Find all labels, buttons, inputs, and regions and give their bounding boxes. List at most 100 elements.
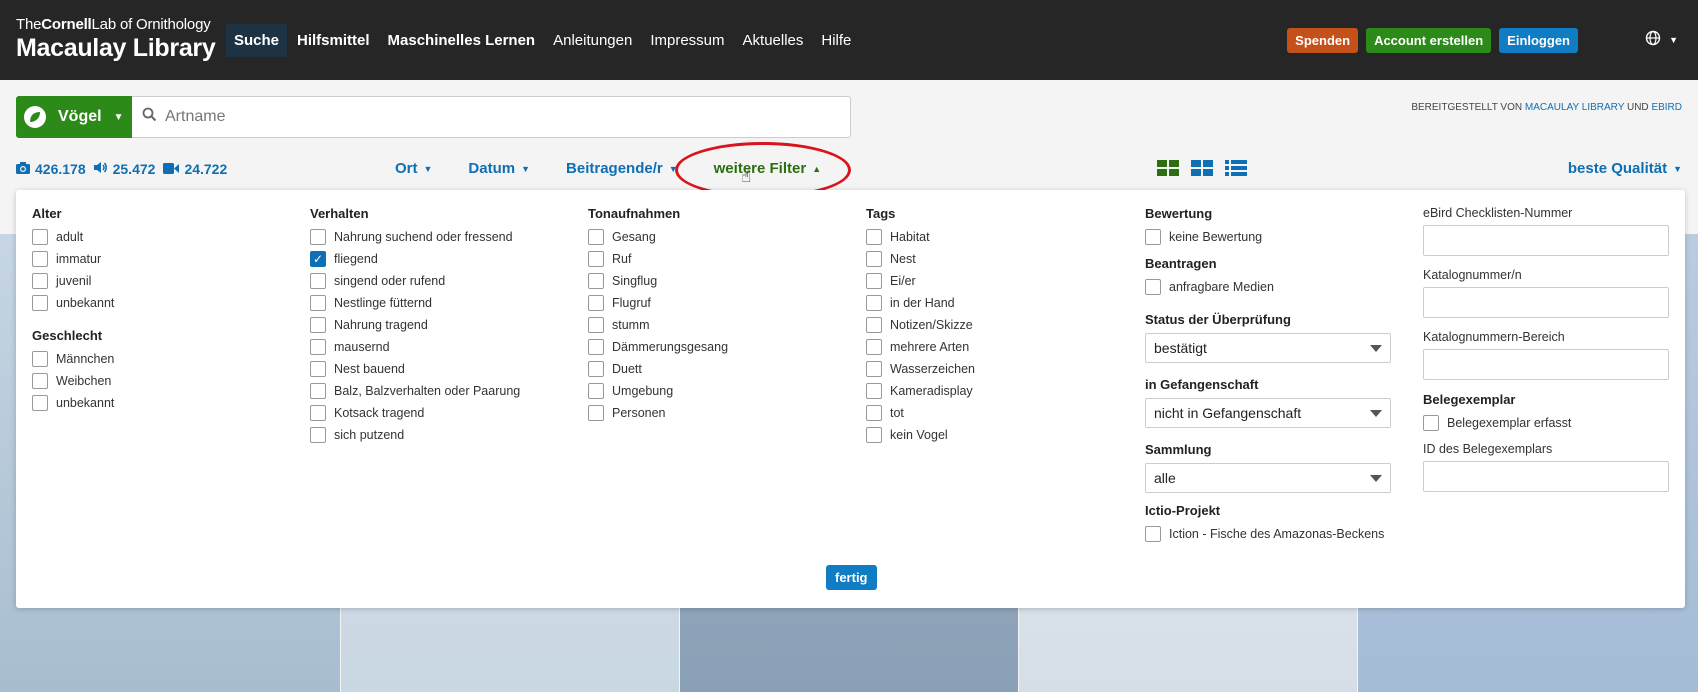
captive-select[interactable]: nicht in Gefangenschaft [1145, 398, 1391, 428]
list-view-icon[interactable] [1225, 160, 1247, 181]
specimen-id-input[interactable] [1423, 461, 1669, 492]
checkbox-sound[interactable]: Flugruf [588, 292, 856, 314]
collection-select[interactable]: alle [1145, 463, 1391, 493]
checkbox-box[interactable] [866, 295, 882, 311]
checkbox-tag[interactable]: Wasserzeichen [866, 358, 1134, 380]
checkbox-box[interactable] [32, 351, 48, 367]
checkbox-behavior-flying[interactable]: ✓ fliegend [310, 248, 578, 270]
checkbox-tag[interactable]: Nest [866, 248, 1134, 270]
checkbox-sound[interactable]: stumm [588, 314, 856, 336]
checkbox-box[interactable] [32, 373, 48, 389]
checkbox-box[interactable] [588, 273, 604, 289]
review-status-select[interactable]: bestätigt [1145, 333, 1391, 363]
checkbox-box[interactable] [866, 251, 882, 267]
checkbox-box[interactable] [588, 361, 604, 377]
checkbox-box[interactable] [1145, 526, 1161, 542]
cornell-macaulay-logo[interactable]: TheCornellLab of Ornithology Macaulay Li… [16, 16, 216, 63]
checkbox-no-rating[interactable]: keine Bewertung [1145, 226, 1413, 248]
checkbox-box[interactable] [866, 383, 882, 399]
ebird-link[interactable]: eBird [1651, 102, 1682, 113]
checkbox-box[interactable] [1145, 229, 1161, 245]
checkbox-box[interactable] [32, 229, 48, 245]
checkbox-ictio-project[interactable]: Iction - Fische des Amazonas-Beckens [1145, 523, 1413, 545]
filter-date[interactable]: Datum ▼ [468, 160, 530, 177]
checkbox-box[interactable] [866, 427, 882, 443]
checkbox-sex-male[interactable]: Männchen [32, 348, 300, 370]
checkbox-box[interactable] [310, 273, 326, 289]
checkbox-behavior[interactable]: Balz, Balzverhalten oder Paarung [310, 380, 578, 402]
checkbox-box[interactable] [310, 427, 326, 443]
checkbox-box[interactable] [866, 273, 882, 289]
checkbox-requestable-media[interactable]: anfragbare Medien [1145, 276, 1413, 298]
donate-button[interactable]: Spenden [1287, 28, 1359, 53]
checkbox-box[interactable] [310, 339, 326, 355]
checkbox-age-adult[interactable]: adult [32, 226, 300, 248]
photo-count[interactable]: 426.178 [16, 161, 86, 177]
nav-aktuelles[interactable]: Aktuelles [735, 24, 812, 57]
nav-hilfe[interactable]: Hilfe [813, 24, 859, 57]
create-account-button[interactable]: Account erstellen [1366, 28, 1492, 53]
macaulay-library-link[interactable]: Macaulay Library [1525, 102, 1624, 113]
checkbox-box[interactable] [310, 295, 326, 311]
checkbox-sound[interactable]: Umgebung [588, 380, 856, 402]
species-search-input[interactable] [165, 108, 765, 126]
checkbox-sound[interactable]: Duett [588, 358, 856, 380]
checkbox-box[interactable] [1145, 279, 1161, 295]
checkbox-box[interactable] [866, 405, 882, 421]
checkbox-age-unknown[interactable]: unbekannt [32, 292, 300, 314]
nav-hilfsmittel[interactable]: Hilfsmittel [289, 24, 378, 57]
nav-suche[interactable]: Suche [226, 24, 288, 57]
checkbox-tag[interactable]: Kameradisplay [866, 380, 1134, 402]
checkbox-behavior[interactable]: sich putzend [310, 424, 578, 446]
checkbox-behavior[interactable]: Nahrung suchend oder fressend [310, 226, 578, 248]
filter-more[interactable]: weitere Filter ▲ [714, 160, 821, 177]
checkbox-tag[interactable]: Notizen/Skizze [866, 314, 1134, 336]
checkbox-sound[interactable]: Dämmerungsgesang [588, 336, 856, 358]
large-grid-view-icon[interactable] [1157, 160, 1179, 181]
checkbox-box[interactable] [866, 317, 882, 333]
checkbox-behavior[interactable]: Nestlinge fütternd [310, 292, 578, 314]
checkbox-box[interactable] [588, 317, 604, 333]
checkbox-box[interactable] [588, 251, 604, 267]
checklist-number-input[interactable] [1423, 225, 1669, 256]
checkbox-behavior[interactable]: Nest bauend [310, 358, 578, 380]
checkbox-behavior[interactable]: Kotsack tragend [310, 402, 578, 424]
checkbox-sound[interactable]: Gesang [588, 226, 856, 248]
checkbox-box[interactable] [32, 295, 48, 311]
checkbox-box[interactable] [866, 229, 882, 245]
catalog-number-input[interactable] [1423, 287, 1669, 318]
checkbox-tag[interactable]: Ei/er [866, 270, 1134, 292]
checkbox-tag[interactable]: in der Hand [866, 292, 1134, 314]
checkbox-sound[interactable]: Ruf [588, 248, 856, 270]
checkbox-tag[interactable]: mehrere Arten [866, 336, 1134, 358]
checkbox-tag[interactable]: Habitat [866, 226, 1134, 248]
checkbox-box[interactable] [866, 339, 882, 355]
checkbox-box[interactable] [588, 383, 604, 399]
checkbox-behavior[interactable]: mausernd [310, 336, 578, 358]
checkbox-box[interactable] [310, 383, 326, 399]
checkbox-box[interactable] [866, 361, 882, 377]
checkbox-box[interactable] [588, 295, 604, 311]
checkbox-age-immature[interactable]: immatur [32, 248, 300, 270]
nav-anleitungen[interactable]: Anleitungen [545, 24, 640, 57]
checkbox-box[interactable] [310, 229, 326, 245]
checkbox-behavior[interactable]: Nahrung tragend [310, 314, 578, 336]
audio-count[interactable]: 25.472 [93, 161, 155, 177]
checkbox-box[interactable] [32, 273, 48, 289]
checkbox-sex-unknown[interactable]: unbekannt [32, 392, 300, 414]
grid-view-icon[interactable] [1191, 160, 1213, 181]
checkbox-box[interactable] [310, 405, 326, 421]
nav-impressum[interactable]: Impressum [642, 24, 732, 57]
checkbox-box[interactable] [588, 405, 604, 421]
checkbox-box[interactable] [32, 251, 48, 267]
checkbox-sex-female[interactable]: Weibchen [32, 370, 300, 392]
checkbox-sound[interactable]: Personen [588, 402, 856, 424]
checkbox-box[interactable] [1423, 415, 1439, 431]
checkbox-specimen-recorded[interactable]: Belegexemplar erfasst [1423, 412, 1691, 434]
checkbox-box[interactable] [310, 317, 326, 333]
checkbox-box[interactable] [588, 229, 604, 245]
taxon-selector[interactable]: Vögel ▼ [16, 96, 132, 138]
filter-location[interactable]: Ort ▼ [395, 160, 432, 177]
checkmark-icon[interactable]: ✓ [310, 251, 326, 267]
checkbox-box[interactable] [588, 339, 604, 355]
